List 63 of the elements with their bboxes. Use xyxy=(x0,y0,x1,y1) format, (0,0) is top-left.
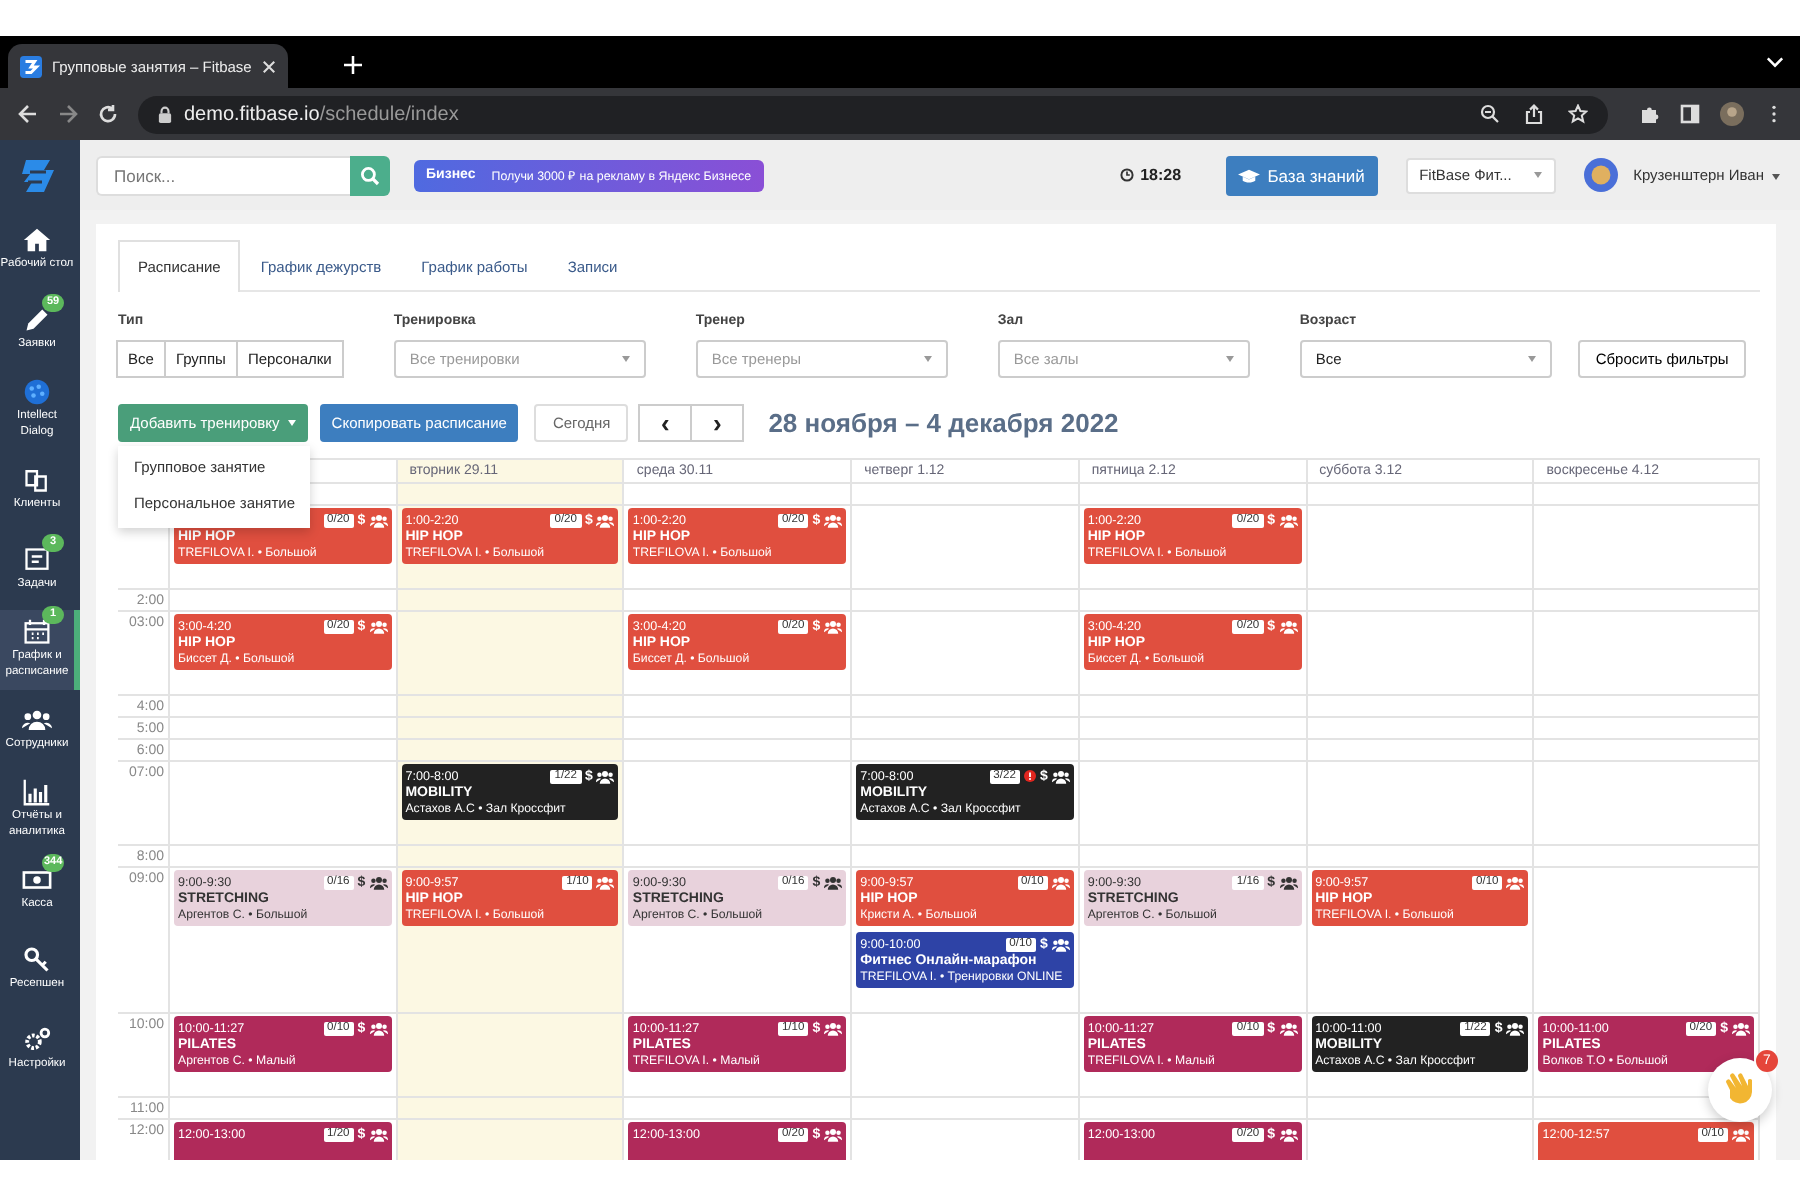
group-icon xyxy=(824,619,843,633)
group-icon xyxy=(1279,513,1298,527)
board-icon xyxy=(22,546,52,575)
lock-icon xyxy=(158,105,172,123)
clock-time: 18:28 xyxy=(1140,166,1182,184)
search-icon xyxy=(360,165,380,185)
sidebar-icon[interactable] xyxy=(1680,104,1700,124)
graduation-cap-icon xyxy=(1237,167,1260,183)
home-icon xyxy=(22,226,52,255)
url-text: demo.fitbase.io/schedule/index xyxy=(184,103,461,125)
period-title: 28 ноября – 4 декабря 2022 xyxy=(768,408,1119,438)
avatar-icon[interactable] xyxy=(1583,158,1618,192)
zoom-icon[interactable] xyxy=(1480,104,1500,124)
group-icon xyxy=(824,1127,843,1141)
group-icon xyxy=(596,513,615,527)
clock-icon xyxy=(1120,168,1135,182)
close-icon[interactable] xyxy=(261,59,276,73)
group-icon xyxy=(1279,875,1298,889)
group-icon xyxy=(1051,769,1070,783)
group-icon xyxy=(824,875,843,889)
forward-icon[interactable] xyxy=(58,104,78,124)
puzzle-icon[interactable] xyxy=(1640,104,1660,124)
group-icon xyxy=(369,1021,388,1035)
banknote-icon xyxy=(22,866,52,895)
documents-icon xyxy=(22,466,52,495)
pencil-icon xyxy=(22,306,52,335)
group-icon xyxy=(1279,1021,1298,1035)
group-icon xyxy=(369,875,388,889)
group-icon xyxy=(1279,1127,1298,1141)
reload-icon[interactable] xyxy=(98,104,118,124)
logo-icon[interactable] xyxy=(20,155,60,195)
group-icon xyxy=(1051,937,1070,951)
previous-button[interactable]: ‹ xyxy=(638,404,693,442)
new-tab-icon[interactable] xyxy=(343,56,362,74)
group-icon xyxy=(1506,1021,1525,1035)
address-field[interactable]: demo.fitbase.io/schedule/index xyxy=(138,95,1608,133)
group-icon xyxy=(1279,619,1298,633)
logo-icon xyxy=(20,55,42,77)
search-button[interactable] xyxy=(350,155,390,195)
key-icon xyxy=(22,946,52,975)
knowledge-base-button[interactable]: База знаний xyxy=(1225,155,1378,195)
chevron-down-icon[interactable] xyxy=(1766,56,1784,68)
group-icon xyxy=(369,619,388,633)
calendar-icon xyxy=(22,618,52,647)
gears-icon xyxy=(22,1026,52,1055)
group-icon xyxy=(1732,1127,1750,1141)
profile-avatar-icon[interactable] xyxy=(1720,102,1744,126)
back-icon[interactable] xyxy=(18,104,38,124)
group-icon xyxy=(1732,1021,1750,1035)
group-icon xyxy=(596,875,615,889)
group-icon xyxy=(22,706,52,735)
star-icon[interactable] xyxy=(1568,104,1588,124)
brain-icon xyxy=(22,378,52,407)
group-icon xyxy=(824,513,843,527)
group-icon xyxy=(369,513,388,527)
next-button[interactable]: › xyxy=(690,404,745,442)
group-icon xyxy=(369,1127,388,1141)
bar-chart-icon xyxy=(22,778,52,807)
group-icon xyxy=(1506,875,1525,889)
share-icon[interactable] xyxy=(1524,104,1544,124)
group-icon xyxy=(596,769,615,783)
group-icon xyxy=(824,1021,843,1035)
group-icon xyxy=(1051,875,1070,889)
